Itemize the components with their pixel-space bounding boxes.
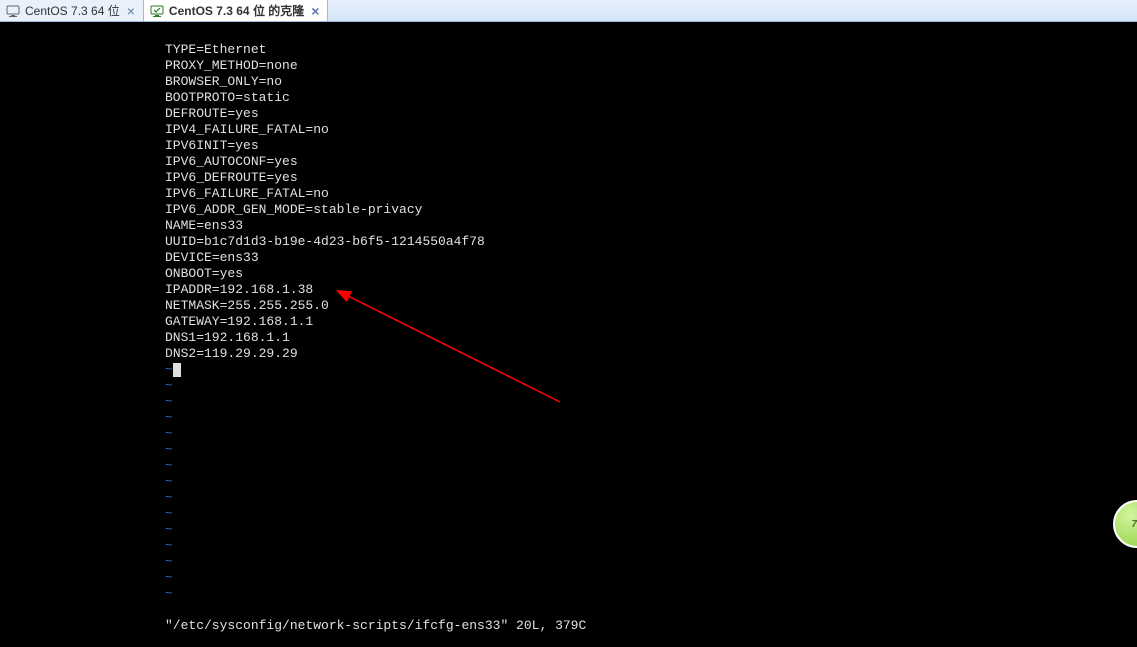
tab-centos-original[interactable]: CentOS 7.3 64 位 × [0,0,144,21]
close-icon[interactable]: × [311,4,319,18]
terminal-viewport[interactable]: TYPE=EthernetPROXY_METHOD=noneBROWSER_ON… [0,22,1137,634]
vim-tilde: ~ [165,506,1137,522]
file-line: BOOTPROTO=static [165,90,1137,106]
watermark-badge: 70 [1105,500,1137,548]
file-line: DEFROUTE=yes [165,106,1137,122]
file-line: DNS1=192.168.1.1 [165,330,1137,346]
vim-tilde: ~ [165,522,1137,538]
vm-console[interactable]: TYPE=EthernetPROXY_METHOD=noneBROWSER_ON… [0,22,1137,647]
file-line: IPV6_FAILURE_FATAL=no [165,186,1137,202]
file-line: DNS2=119.29.29.29 [165,346,1137,362]
file-line: ONBOOT=yes [165,266,1137,282]
file-line: UUID=b1c7d1d3-b19e-4d23-b6f5-1214550a4f7… [165,234,1137,250]
vim-tilde: ~ [165,394,1137,410]
vim-tilde: ~ [165,442,1137,458]
vim-tilde: ~ [165,554,1137,570]
file-line: TYPE=Ethernet [165,42,1137,58]
file-line: IPV6INIT=yes [165,138,1137,154]
vim-tilde: ~ [165,586,1137,602]
vim-tilde: ~ [165,538,1137,554]
vm-icon [150,4,164,18]
file-line: DEVICE=ens33 [165,250,1137,266]
file-line: PROXY_METHOD=none [165,58,1137,74]
file-line: IPV6_AUTOCONF=yes [165,154,1137,170]
tab-bar: CentOS 7.3 64 位 × CentOS 7.3 64 位 的克隆 × [0,0,1137,22]
vim-tilde: ~ [165,378,1137,394]
vim-tilde: ~ [165,410,1137,426]
file-line: IPV6_DEFROUTE=yes [165,170,1137,186]
vim-tilde: ~ [165,362,1137,378]
vim-tilde: ~ [165,474,1137,490]
file-line: IPV6_ADDR_GEN_MODE=stable-privacy [165,202,1137,218]
file-line: IPV4_FAILURE_FATAL=no [165,122,1137,138]
vim-tilde: ~ [165,570,1137,586]
tab-label: CentOS 7.3 64 位 [25,2,120,19]
file-line: IPADDR=192.168.1.38 [165,282,1137,298]
file-line: BROWSER_ONLY=no [165,74,1137,90]
vim-tilde: ~ [165,490,1137,506]
tab-centos-clone[interactable]: CentOS 7.3 64 位 的克隆 × [144,0,329,21]
file-line: NAME=ens33 [165,218,1137,234]
vim-tilde: ~ [165,458,1137,474]
vim-status-line: "/etc/sysconfig/network-scripts/ifcfg-en… [165,618,1137,634]
file-line: NETMASK=255.255.255.0 [165,298,1137,314]
vim-tilde: ~ [165,426,1137,442]
vm-icon [6,4,20,18]
tab-label: CentOS 7.3 64 位 的克隆 [169,2,304,19]
close-icon[interactable]: × [127,4,135,18]
file-line: GATEWAY=192.168.1.1 [165,314,1137,330]
